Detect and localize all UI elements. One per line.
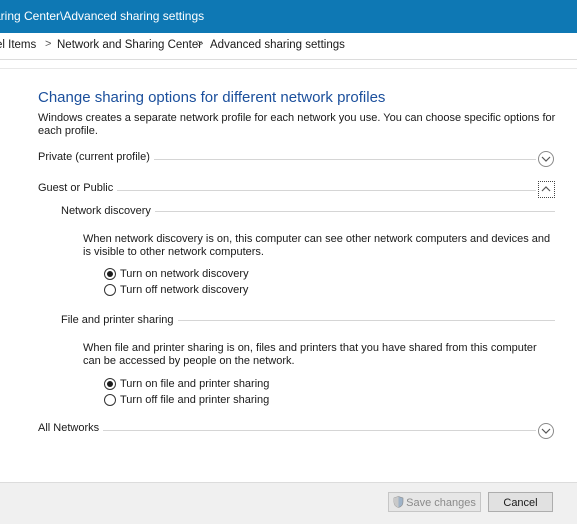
intro-text: Windows creates a separate network profi…	[38, 112, 556, 137]
radio-button[interactable]	[104, 394, 116, 406]
radio-label: Turn off network discovery	[120, 284, 249, 296]
breadcrumb-item-control-panel-items[interactable]: el Items	[0, 39, 36, 51]
title-bar: aring Center\Advanced sharing settings	[0, 0, 577, 33]
breadcrumb: el Items > Network and Sharing Center > …	[0, 33, 577, 60]
chevron-up-icon[interactable]	[538, 181, 555, 198]
save-changes-button[interactable]: Save changes	[388, 492, 481, 512]
chevron-down-icon[interactable]	[538, 423, 554, 439]
divider	[172, 320, 555, 321]
radio-button[interactable]	[104, 378, 116, 390]
breadcrumb-item-network-sharing-center[interactable]: Network and Sharing Center	[57, 39, 202, 51]
save-changes-label: Save changes	[406, 497, 476, 509]
window-title: aring Center\Advanced sharing settings	[0, 9, 205, 23]
network-discovery-description: When network discovery is on, this compu…	[83, 233, 551, 258]
radio-network-discovery-on[interactable]: Turn on network discovery	[104, 267, 264, 281]
radio-label: Turn on file and printer sharing	[120, 378, 270, 390]
cancel-button[interactable]: Cancel	[488, 492, 553, 512]
breadcrumb-item-advanced-sharing-settings[interactable]: Advanced sharing settings	[210, 39, 345, 51]
chevron-down-icon[interactable]	[538, 151, 554, 167]
uac-shield-icon	[393, 496, 404, 508]
breadcrumb-separator: >	[197, 38, 204, 50]
radio-label: Turn on network discovery	[120, 268, 249, 280]
radio-file-sharing-off[interactable]: Turn off file and printer sharing	[104, 393, 284, 407]
radio-network-discovery-off[interactable]: Turn off network discovery	[104, 283, 264, 297]
page-title: Change sharing options for different net…	[38, 89, 386, 106]
radio-button[interactable]	[104, 268, 116, 280]
radio-file-sharing-on[interactable]: Turn on file and printer sharing	[104, 377, 284, 391]
divider	[150, 159, 536, 160]
radio-button[interactable]	[104, 284, 116, 296]
breadcrumb-separator: >	[45, 38, 52, 50]
file-printer-sharing-label: File and printer sharing	[61, 314, 178, 326]
file-printer-sharing-description: When file and printer sharing is on, fil…	[83, 342, 537, 367]
profile-guest-label[interactable]: Guest or Public	[38, 182, 118, 194]
network-discovery-label: Network discovery	[61, 205, 155, 217]
divider	[116, 190, 536, 191]
divider	[102, 430, 536, 431]
divider	[155, 211, 555, 212]
profile-all-networks-label[interactable]: All Networks	[38, 422, 104, 434]
radio-label: Turn off file and printer sharing	[120, 394, 270, 406]
profile-private-label[interactable]: Private (current profile)	[38, 151, 154, 163]
